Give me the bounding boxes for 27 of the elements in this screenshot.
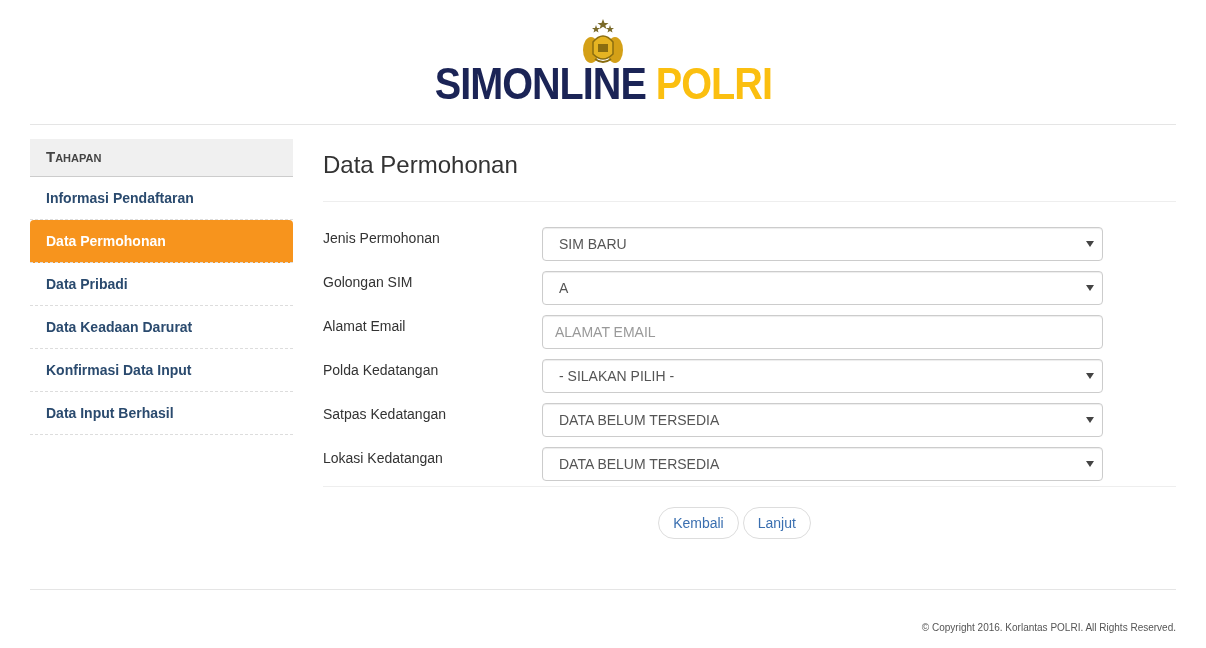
field-label: Jenis Permohonan: [323, 229, 441, 248]
sidebar-header: Tahapan: [30, 139, 293, 177]
sidebar-item[interactable]: Konfirmasi Data Input: [30, 349, 293, 392]
caret-icon: [1086, 241, 1094, 247]
caret-icon: [1086, 285, 1094, 291]
logo-wordmark: SIMONLINE POLRI: [434, 62, 772, 106]
select-field[interactable]: - SILAKAN PILIH -: [542, 359, 1103, 393]
caret-icon: [1086, 461, 1094, 467]
input-field[interactable]: ALAMAT EMAIL: [542, 315, 1103, 349]
select-field[interactable]: DATA BELUM TERSEDIA: [542, 403, 1103, 437]
select-field[interactable]: A: [542, 271, 1103, 305]
caret-icon: [1086, 417, 1094, 423]
field-label: Golongan SIM: [323, 273, 414, 292]
caret-icon: [1086, 373, 1094, 379]
sidebar-item[interactable]: Data Pribadi: [30, 263, 293, 306]
select-field[interactable]: DATA BELUM TERSEDIA: [542, 447, 1103, 481]
nav-button[interactable]: Lanjut: [742, 507, 811, 539]
field-label: Alamat Email: [323, 317, 407, 336]
field-label: Satpas Kedatangan: [323, 405, 447, 424]
sidebar-item[interactable]: Data Input Berhasil: [30, 392, 293, 435]
field-label: Lokasi Kedatangan: [323, 449, 444, 468]
page-title: Data Permohonan: [323, 139, 1176, 202]
field-label: Polda Kedatangan: [323, 361, 440, 380]
select-field[interactable]: SIM BARU: [542, 227, 1103, 261]
sidebar-item[interactable]: Data Keadaan Darurat: [30, 306, 293, 349]
copyright-text: © Copyright 2016. Korlantas POLRI. All Rights Reserved.: [921, 622, 1176, 633]
nav-button[interactable]: Kembali: [658, 507, 739, 539]
